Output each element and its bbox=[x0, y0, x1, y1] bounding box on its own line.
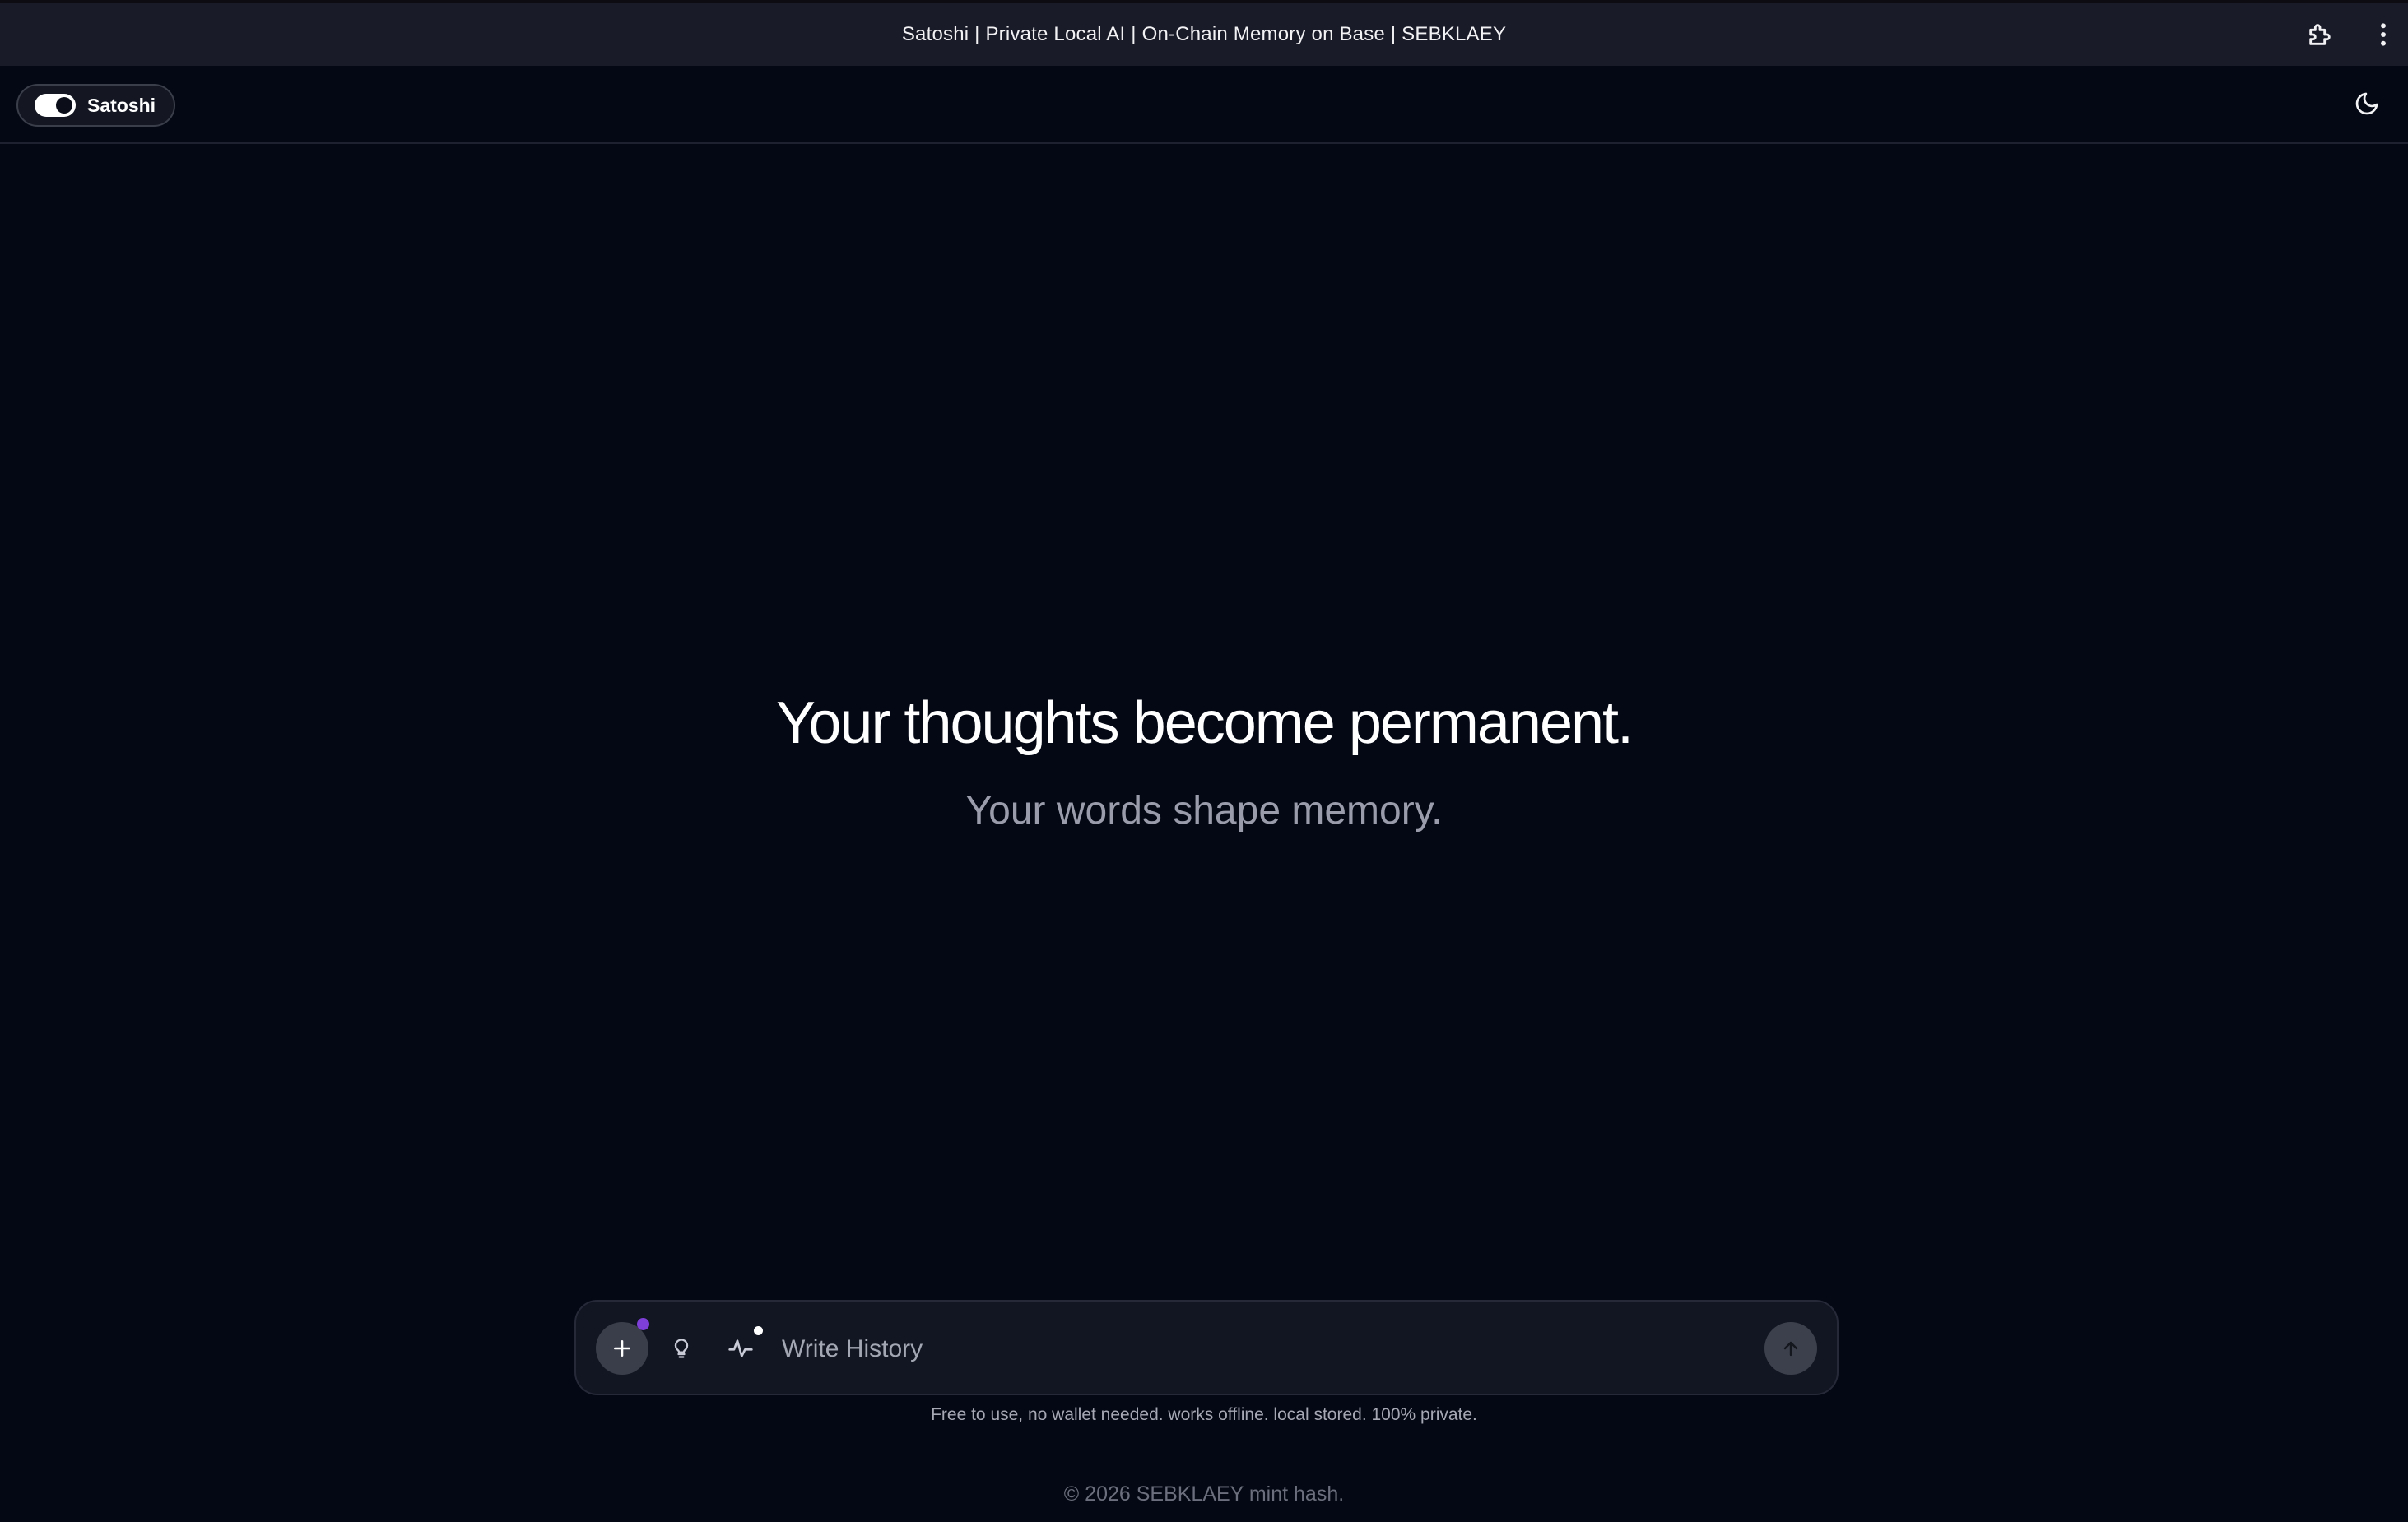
plus-icon bbox=[614, 1340, 630, 1357]
composer-box bbox=[574, 1300, 1839, 1395]
arrow-up-icon bbox=[1783, 1341, 1798, 1357]
footer-copyright: © 2026 SEBKLAEY mint hash. bbox=[1063, 1483, 1345, 1506]
privacy-disclaimer: Free to use, no wallet needed. works off… bbox=[931, 1405, 1477, 1424]
theme-toggle-button[interactable] bbox=[2349, 86, 2385, 122]
lightbulb-icon bbox=[674, 1339, 689, 1358]
satoshi-mode-toggle[interactable]: Satoshi bbox=[16, 84, 176, 127]
extensions-button[interactable] bbox=[2302, 16, 2338, 53]
toggle-knob bbox=[56, 97, 72, 114]
activity-button[interactable] bbox=[724, 1330, 757, 1367]
app-window: Satoshi | Private Local AI | On-Chain Me… bbox=[0, 0, 2408, 1522]
hero-subtitle: Your words shape memory. bbox=[965, 789, 1443, 833]
hero-title: Your thoughts become permanent. bbox=[775, 690, 1634, 756]
activity-pulse-icon bbox=[728, 1339, 753, 1357]
browser-titlebar: Satoshi | Private Local AI | On-Chain Me… bbox=[0, 0, 2408, 66]
send-button[interactable] bbox=[1764, 1322, 1817, 1375]
extension-puzzle-icon bbox=[2309, 24, 2331, 45]
kebab-menu-icon bbox=[2381, 23, 2386, 46]
message-input[interactable] bbox=[780, 1326, 1685, 1372]
window-title: Satoshi | Private Local AI | On-Chain Me… bbox=[901, 23, 1507, 45]
activity-status-dot bbox=[754, 1326, 763, 1335]
browser-menu-button[interactable] bbox=[2367, 16, 2400, 53]
attach-badge-dot bbox=[637, 1318, 649, 1330]
moon-icon bbox=[2355, 92, 2378, 115]
app-header: Satoshi bbox=[0, 66, 2408, 144]
mode-label: Satoshi bbox=[87, 94, 156, 116]
ideas-button[interactable] bbox=[665, 1330, 698, 1367]
toggle-switch[interactable] bbox=[35, 94, 76, 117]
